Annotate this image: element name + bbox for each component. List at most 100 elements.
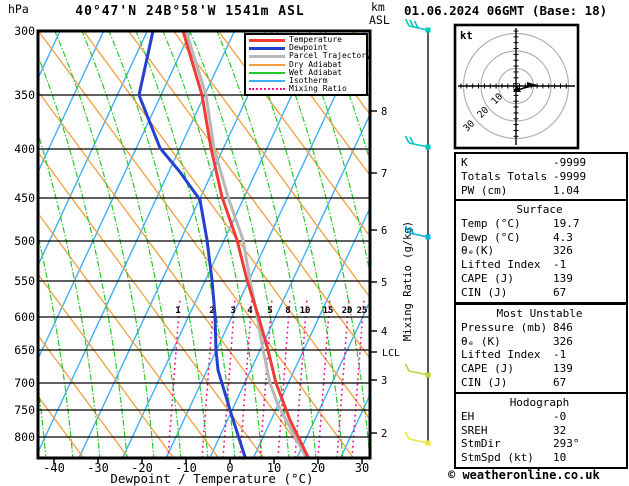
- stat-row: θₑ (K) 326: [461, 335, 626, 349]
- stat-value: 326: [553, 244, 573, 258]
- legend-line-sample: [249, 71, 285, 74]
- stat-row: StmSpd (kt) 10: [461, 451, 626, 465]
- stat-row: CIN (J) 67: [461, 286, 626, 300]
- stat-row: SREH 32: [461, 424, 626, 438]
- indices-table: K -9999 Totals Totals -9999 PW (cm) 1.04: [454, 152, 628, 202]
- svg-text:7: 7: [381, 168, 387, 180]
- stat-label: CAPE (J): [461, 362, 514, 376]
- stat-value: 293°: [553, 437, 580, 451]
- stat-label: Totals Totals: [461, 169, 548, 183]
- stat-label: Lifted Index: [461, 258, 541, 272]
- legend-line-sample: [249, 54, 285, 58]
- stat-value: 139: [553, 271, 573, 285]
- legend-line-sample: [249, 88, 285, 91]
- stat-row: Dewp (°C) 4.3: [461, 231, 626, 245]
- stat-row: PW (cm) 1.04: [461, 184, 626, 198]
- stat-label: θₑ(K): [461, 244, 495, 258]
- svg-text:20: 20: [342, 306, 353, 316]
- stat-value: -1: [553, 258, 567, 272]
- svg-text:4: 4: [247, 306, 253, 316]
- stat-value: 139: [553, 362, 573, 376]
- wind-barb-feather: [404, 363, 410, 372]
- svg-text:2: 2: [381, 428, 387, 440]
- stats-box-title: Hodograph: [509, 396, 570, 409]
- legend-line-sample: [249, 46, 285, 50]
- stat-value: 4.3: [553, 230, 573, 244]
- stat-label: Temp (°C): [461, 216, 521, 230]
- skewt-sounding-app: 1 2 3 4 5 8 10 15 20 25 300 350 400 450 500 550 600 650 70…: [0, 0, 629, 486]
- stat-label: θₑ (K): [461, 334, 501, 348]
- stat-value: 846: [553, 320, 573, 334]
- wind-barb-shaft: [408, 142, 429, 148]
- stat-row: θₑ(K) 326: [461, 244, 626, 258]
- svg-text:400: 400: [14, 142, 35, 156]
- stat-row: StmDir 293°: [461, 437, 626, 451]
- stat-label: CIN (J): [461, 285, 508, 299]
- svg-text:500: 500: [14, 234, 35, 248]
- svg-text:8: 8: [285, 306, 290, 316]
- stat-value: 67: [553, 285, 567, 299]
- svg-text:4: 4: [381, 326, 387, 338]
- stat-label: StmDir: [461, 437, 501, 451]
- stat-value: 326: [553, 334, 573, 348]
- svg-text:450: 450: [14, 191, 35, 205]
- wind-barb-shaft: [408, 370, 429, 376]
- legend-line-sample: [249, 80, 285, 83]
- legend-row: Mixing Ratio: [249, 85, 366, 93]
- run-datetime-label: 01.06.2024 06GMT (Base: 18): [404, 3, 608, 18]
- mixing-ratio-value-labels: 1 2 3 4 5 8 10 15 20 25: [175, 306, 367, 316]
- stat-row: Lifted Index -1: [461, 258, 626, 272]
- stat-row: CAPE (J) 139: [461, 272, 626, 286]
- legend-box: Temperature Dewpoint Parcel Trajectory Dry …: [244, 33, 371, 97]
- svg-text:600: 600: [14, 310, 35, 324]
- svg-text:650: 650: [14, 343, 35, 357]
- wind-barb-column: [404, 18, 431, 446]
- wind-barb-feather: [404, 18, 410, 27]
- stat-label: Lifted Index: [461, 348, 541, 362]
- stat-value: -0: [553, 409, 567, 423]
- stat-value: -1: [553, 348, 567, 362]
- svg-text:550: 550: [14, 274, 35, 288]
- svg-text:350: 350: [14, 88, 35, 102]
- svg-text:5: 5: [267, 306, 272, 316]
- lcl-label: LCL: [382, 348, 400, 359]
- svg-text:1: 1: [175, 306, 180, 316]
- stat-value: 19.7: [553, 216, 580, 230]
- svg-text:8: 8: [381, 106, 387, 118]
- stat-value: 32: [553, 423, 567, 437]
- svg-text:15: 15: [323, 306, 334, 316]
- stat-row: EH -0: [461, 410, 626, 424]
- hodograph-table: Hodograph EH -0 SREH 32 StmDir 293° StmSpd (kt)…: [454, 392, 628, 469]
- footer-credit: © weatheronline.co.uk: [448, 468, 600, 482]
- stats-box-title: Most Unstable: [496, 307, 583, 320]
- stat-row: Pressure (mb) 846: [461, 321, 626, 335]
- wind-barb-shaft: [408, 25, 429, 31]
- stat-label: CAPE (J): [461, 271, 514, 285]
- hodograph-unit-label: kt: [460, 30, 473, 42]
- stat-row: Lifted Index -1: [461, 348, 626, 362]
- svg-text:-30: -30: [87, 461, 109, 475]
- stat-value: 67: [553, 375, 567, 389]
- stat-row: Temp (°C) 19.7: [461, 217, 626, 231]
- svg-text:25: 25: [357, 306, 368, 316]
- mixing-ratio-axis-label: Mixing Ratio (g/kg): [402, 221, 414, 341]
- stat-value: -9999: [553, 169, 587, 183]
- hodograph-plot: kt102030: [453, 23, 580, 150]
- legend-line-sample: [249, 63, 285, 66]
- stat-label: K: [461, 156, 468, 169]
- svg-text:Dewpoint / Temperature (°C): Dewpoint / Temperature (°C): [110, 471, 313, 486]
- stat-label: SREH: [461, 423, 488, 437]
- stat-label: EH: [461, 409, 475, 423]
- station-title: 40°47'N 24B°58'W 1541m ASL: [75, 4, 305, 19]
- stat-row: CIN (J) 67: [461, 376, 626, 390]
- wind-barb-shaft: [408, 438, 429, 444]
- legend-line-sample: [249, 38, 285, 42]
- wind-barb-feather: [404, 135, 410, 144]
- stat-label: Dewp (°C): [461, 230, 521, 244]
- stat-row: CAPE (J) 139: [461, 362, 626, 376]
- stat-value: 10: [553, 451, 567, 465]
- wind-barb-feather: [404, 431, 410, 440]
- stat-row: K -9999: [461, 156, 626, 170]
- svg-text:30: 30: [355, 461, 369, 475]
- stat-label: PW (cm): [461, 183, 508, 197]
